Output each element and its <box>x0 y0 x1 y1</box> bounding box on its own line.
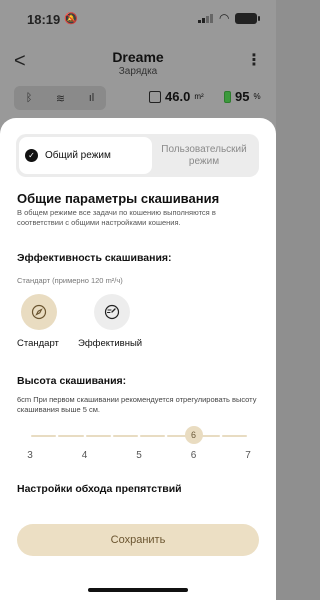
efficiency-title: Эффективность скашивания: <box>17 252 172 264</box>
wifi-connection-icon: ≋ <box>55 92 66 105</box>
efficiency-note: Стандарт (примерно 120 m²/ч) <box>17 276 123 285</box>
mode-option-general[interactable]: ✓ Общий режим <box>19 137 152 174</box>
slider-track-segment <box>85 435 111 437</box>
save-button[interactable]: Сохранить <box>17 524 259 556</box>
area-icon <box>149 90 161 103</box>
cellular-icon: ıl <box>88 92 95 104</box>
device-info-row: ᛒ ≋ ıl 46.0 m² 95 % <box>0 86 276 112</box>
more-options-icon[interactable]: ⋮ <box>246 50 262 70</box>
home-indicator <box>88 588 188 592</box>
efficiency-option-efficient[interactable]: Эффективный <box>78 294 148 354</box>
cut-height-slider-thumb[interactable]: 6 <box>184 426 203 444</box>
efficiency-option-label: Стандарт <box>17 338 59 349</box>
slider-tick-label: 5 <box>136 450 142 461</box>
phone-battery-icon <box>235 13 260 24</box>
mowing-area: 46.0 m² <box>149 89 204 104</box>
device-battery: 95 % <box>224 89 261 104</box>
device-status: Зарядка <box>118 66 158 77</box>
bluetooth-icon: ᛒ <box>25 92 33 104</box>
efficiency-option-label: Эффективный <box>78 338 143 349</box>
slider-tick-label: 6 <box>190 450 197 461</box>
slider-track-segment <box>58 435 84 437</box>
speed-icon <box>94 294 130 330</box>
cut-height-slider[interactable]: 6 <box>30 426 248 446</box>
top-nav: < Dreame Зарядка ⋮ <box>0 44 276 84</box>
slider-track-segment <box>112 435 138 437</box>
wifi-icon: ◠ <box>219 11 230 25</box>
obstacle-settings-title[interactable]: Настройки обхода препятствий <box>17 483 182 495</box>
slider-tick-label: 3 <box>27 450 33 461</box>
device-title: Dreame <box>112 49 164 65</box>
slider-tick-label: 7 <box>245 450 251 461</box>
compass-icon <box>21 294 57 330</box>
battery-value: 95 <box>235 89 250 104</box>
cut-height-ticks: 3 4 5 6 7 <box>27 450 251 464</box>
battery-unit: % <box>253 92 261 101</box>
mowing-settings-sheet: ✓ Общий режим Пользовательский режим Общ… <box>0 118 276 600</box>
status-time: 18:19 <box>27 12 61 27</box>
check-icon: ✓ <box>25 149 38 162</box>
mode-option-label: Общий режим <box>45 150 111 161</box>
slider-track-segment <box>31 435 57 437</box>
cut-height-title: Высота скашивания: <box>17 375 127 387</box>
mode-option-custom[interactable]: Пользовательский режим <box>152 137 256 174</box>
cut-height-description: 6cm При первом скашивании рекомендуется … <box>17 395 257 414</box>
dimmed-background: 18:19 🔕 ◠ < Dreame Зарядка ⋮ ᛒ ≋ ıl 46.0… <box>0 0 276 130</box>
area-value: 46.0 <box>165 89 191 104</box>
area-unit: m² <box>194 92 204 101</box>
mode-segmented-control: ✓ Общий режим Пользовательский режим <box>16 134 259 177</box>
slider-tick-label: 4 <box>81 450 88 461</box>
slider-track-segment <box>140 435 166 437</box>
connection-icons: ᛒ ≋ ıl <box>14 86 106 110</box>
bell-muted-icon: 🔕 <box>64 13 78 25</box>
general-settings-title: Общие параметры скашивания <box>17 191 220 206</box>
battery-icon <box>224 90 231 103</box>
general-settings-description: В общем режиме все задачи по кошению вып… <box>17 208 216 227</box>
status-bar: 18:19 🔕 ◠ <box>0 0 276 36</box>
efficiency-option-standard[interactable]: Стандарт <box>17 294 87 354</box>
cellular-signal-icon <box>198 14 213 23</box>
slider-track-segment <box>221 435 247 437</box>
